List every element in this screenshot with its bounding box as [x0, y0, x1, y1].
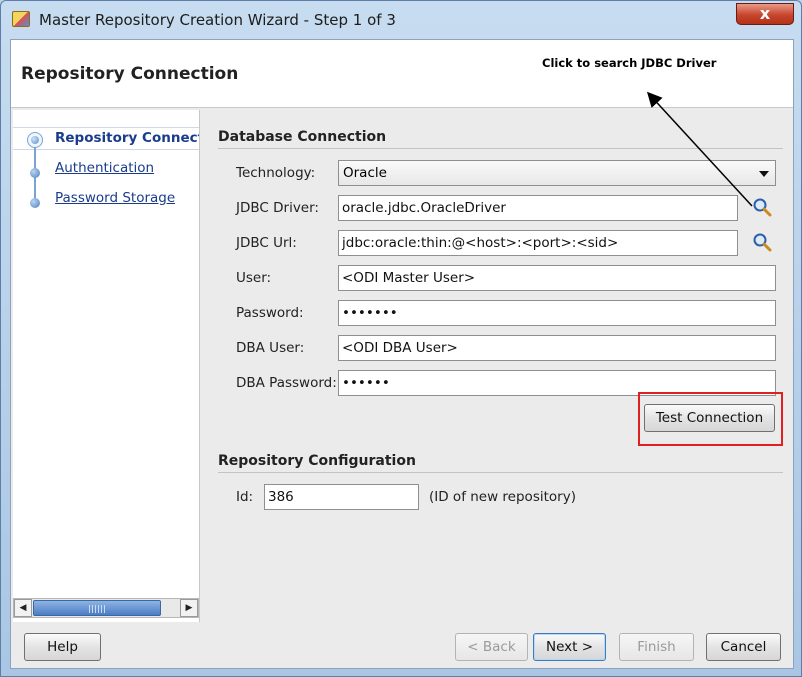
- user-label: User:: [236, 270, 272, 286]
- password-input[interactable]: •••••••: [338, 300, 776, 326]
- step-dot-icon: [30, 198, 40, 208]
- section-divider: [218, 472, 783, 473]
- scroll-left-icon[interactable]: ◀: [14, 599, 32, 617]
- page-title: Repository Connection: [21, 64, 239, 84]
- header-band: Repository Connection Click to search JD…: [11, 40, 793, 108]
- section-divider: [218, 148, 783, 149]
- jdbc-driver-input[interactable]: oracle.jdbc.OracleDriver: [338, 195, 738, 221]
- sidebar-item-password-storage[interactable]: Password Storage: [55, 190, 175, 206]
- jdbc-driver-label: JDBC Driver:: [236, 200, 319, 216]
- annotation-callout: Click to search JDBC Driver: [539, 52, 723, 86]
- finish-button[interactable]: Finish: [619, 633, 694, 661]
- wizard-steps-sidebar: Repository Connection Authentication Pas…: [13, 110, 200, 622]
- repository-id-input[interactable]: 386: [264, 484, 419, 510]
- search-icon[interactable]: [752, 197, 772, 217]
- test-connection-button[interactable]: Test Connection: [644, 404, 775, 432]
- database-connection-title: Database Connection: [218, 129, 387, 145]
- close-icon: x: [759, 4, 771, 23]
- technology-label: Technology:: [236, 165, 316, 181]
- search-icon[interactable]: [752, 232, 772, 252]
- password-label: Password:: [236, 305, 304, 321]
- sidebar-item-authentication[interactable]: Authentication: [55, 160, 154, 176]
- close-button[interactable]: x: [736, 3, 794, 25]
- scroll-right-icon[interactable]: ▶: [180, 599, 198, 617]
- jdbc-url-input[interactable]: jdbc:oracle:thin:@<host>:<port>:<sid>: [338, 230, 738, 256]
- jdbc-url-label: JDBC Url:: [236, 235, 297, 251]
- wizard-window: Master Repository Creation Wizard - Step…: [0, 0, 802, 677]
- back-button[interactable]: < Back: [455, 633, 528, 661]
- technology-value: Oracle: [343, 165, 387, 181]
- window-title: Master Repository Creation Wizard - Step…: [39, 11, 396, 29]
- dba-user-label: DBA User:: [236, 340, 305, 356]
- repository-configuration-title: Repository Configuration: [218, 453, 416, 469]
- dba-password-label: DBA Password:: [236, 375, 337, 391]
- repository-id-hint: (ID of new repository): [429, 489, 576, 505]
- title-bar[interactable]: Master Repository Creation Wizard - Step…: [1, 1, 801, 39]
- cancel-button[interactable]: Cancel: [706, 633, 781, 661]
- wizard-client-area: Repository Connection Click to search JD…: [10, 39, 794, 669]
- help-button[interactable]: Help: [24, 633, 101, 661]
- sidebar-item-label[interactable]: Repository Connection: [55, 130, 199, 146]
- step-dot-icon: [30, 168, 40, 178]
- scroll-thumb[interactable]: [33, 600, 161, 616]
- technology-select[interactable]: Oracle: [338, 160, 776, 186]
- sidebar-horizontal-scrollbar[interactable]: ◀ ▶: [13, 598, 199, 618]
- id-label: Id:: [236, 489, 254, 505]
- next-button[interactable]: Next >: [533, 633, 606, 661]
- current-step-icon: [27, 132, 43, 148]
- app-icon: [12, 11, 30, 27]
- dba-user-input[interactable]: <ODI DBA User>: [338, 335, 776, 361]
- chevron-down-icon: [759, 171, 769, 177]
- user-input[interactable]: <ODI Master User>: [338, 265, 776, 291]
